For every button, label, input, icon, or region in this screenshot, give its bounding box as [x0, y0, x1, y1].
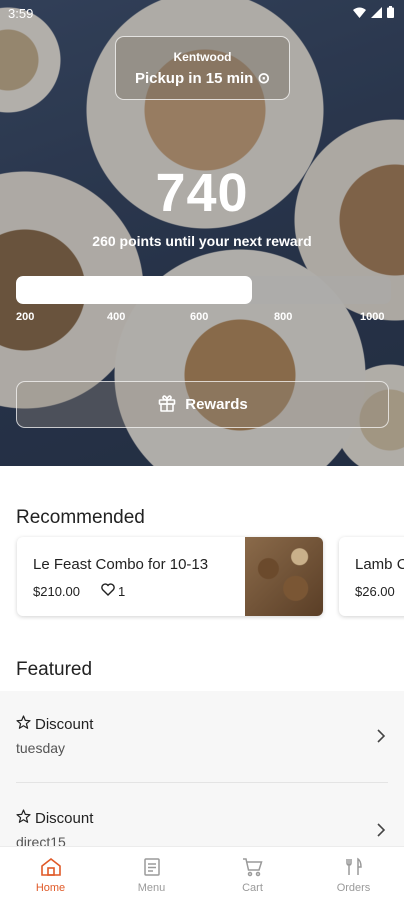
- chevron-right-icon: [376, 821, 386, 842]
- featured-title-text: Discount: [35, 810, 94, 827]
- status-bar: 3:59: [0, 0, 404, 26]
- orders-icon: [344, 856, 364, 878]
- progress-tick-label: 800: [274, 311, 293, 323]
- star-icon: [16, 809, 31, 828]
- nav-label: Home: [35, 882, 66, 894]
- home-icon: [40, 856, 62, 878]
- nav-cart[interactable]: Cart: [202, 847, 303, 900]
- pickup-location-button[interactable]: Kentwood Pickup in 15 min ⊙: [115, 36, 290, 100]
- chevron-right-icon: [376, 727, 386, 748]
- progress-tick-label: 400: [107, 311, 126, 323]
- battery-icon: [387, 6, 394, 20]
- pickup-time: Pickup in 15 min ⊙: [134, 70, 271, 87]
- rewards-progress-fill: [16, 276, 253, 304]
- featured-item-title: Discount: [16, 809, 93, 828]
- cart-icon: [242, 856, 264, 878]
- signal-icon: [371, 6, 382, 20]
- recommended-item-image: [245, 537, 323, 616]
- recommended-card[interactable]: Le Feast Combo for 10-13 $210.00 1: [17, 537, 323, 616]
- recommended-item-price: $210.00: [33, 584, 80, 599]
- menu-icon: [143, 856, 161, 878]
- progress-tick-label: 1000: [360, 311, 385, 323]
- recommended-heading: Recommended: [16, 507, 145, 528]
- points-subtitle: 260 points until your next reward: [92, 233, 312, 249]
- status-time: 3:59: [8, 5, 34, 21]
- status-icons: [353, 6, 394, 20]
- likes-count: 1: [118, 583, 126, 599]
- nav-label: Menu: [137, 882, 166, 894]
- wifi-icon: [353, 7, 366, 20]
- nav-home[interactable]: Home: [0, 847, 101, 900]
- gift-icon: [157, 393, 177, 417]
- nav-menu[interactable]: Menu: [101, 847, 202, 900]
- recommended-item-name: Le Feast Combo for 10-13: [33, 556, 209, 573]
- progress-tick-label: 200: [16, 311, 35, 323]
- pickup-location-name: Kentwood: [173, 50, 232, 64]
- recommended-item-price: $26.00: [355, 584, 395, 599]
- star-icon: [16, 715, 31, 734]
- rewards-button-label: Rewards: [185, 396, 248, 413]
- recommended-item-name: Lamb C: [355, 556, 404, 573]
- featured-item[interactable]: Discount tuesday: [0, 715, 404, 805]
- rewards-progress-bar: [16, 276, 391, 304]
- nav-label: Cart: [242, 882, 263, 894]
- nav-label: Orders: [336, 882, 371, 894]
- featured-item-title: Discount: [16, 715, 93, 734]
- points-balance: 740: [155, 163, 249, 223]
- heart-icon: [101, 583, 115, 599]
- featured-item-subtitle: tuesday: [16, 740, 66, 756]
- progress-tick-label: 600: [190, 311, 209, 323]
- app-screen: 3:59 Kentwood Pickup in 15 min ⊙ 740 260…: [0, 0, 404, 900]
- featured-title-text: Discount: [35, 716, 94, 733]
- featured-divider: [16, 782, 388, 783]
- rewards-button[interactable]: Rewards: [16, 381, 389, 428]
- bottom-navigation: Home Menu Cart Orders: [0, 846, 404, 900]
- featured-heading: Featured: [16, 659, 93, 680]
- recommended-card[interactable]: Lamb C $26.00: [339, 537, 404, 616]
- nav-orders[interactable]: Orders: [303, 847, 404, 900]
- recommended-item-likes: 1: [101, 583, 125, 599]
